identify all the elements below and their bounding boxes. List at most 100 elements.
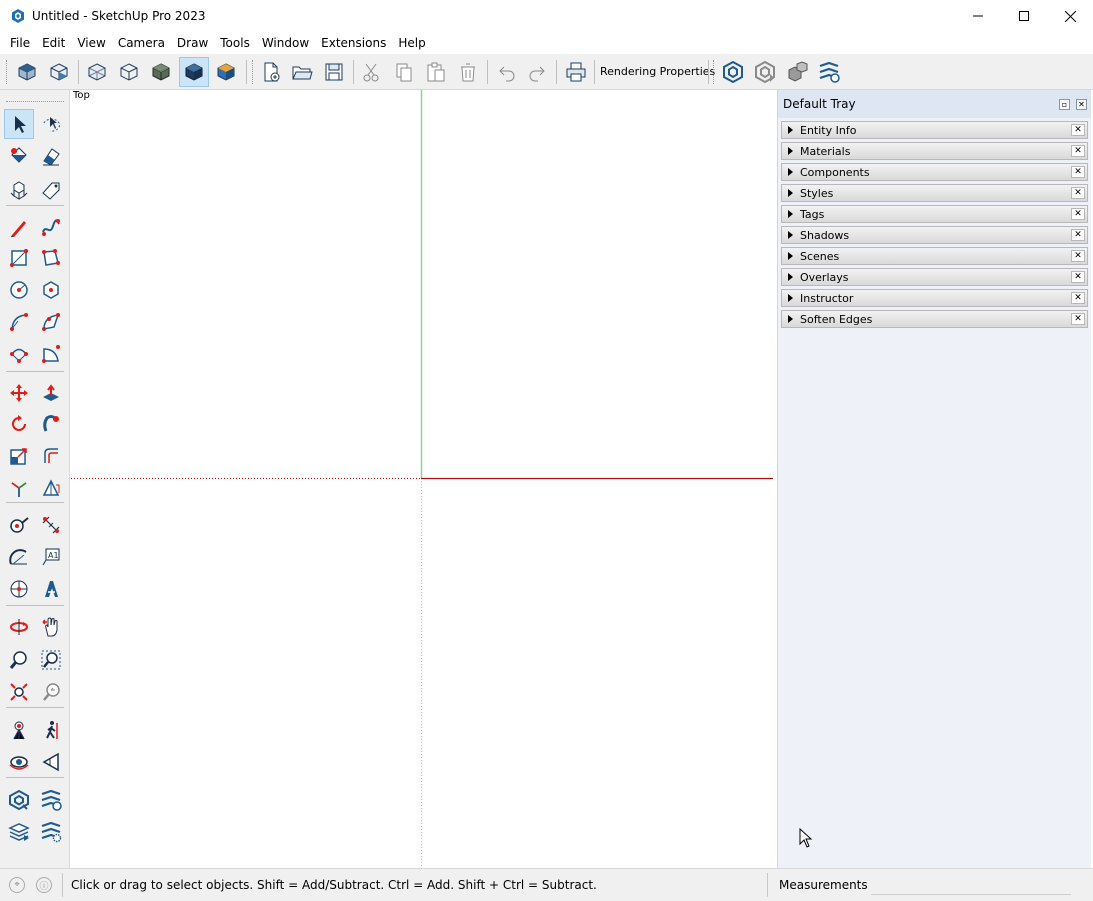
menu-file[interactable]: File xyxy=(4,32,36,54)
open-file-button[interactable] xyxy=(287,57,317,87)
wireframe-style-button[interactable] xyxy=(114,57,144,87)
lasso-select-tool-button[interactable] xyxy=(36,109,66,139)
expand-arrow-icon[interactable] xyxy=(788,252,793,260)
two-point-arc-tool-button[interactable] xyxy=(36,307,66,337)
arc-tool-button[interactable] xyxy=(4,307,34,337)
paste-button[interactable] xyxy=(421,57,451,87)
minimize-button[interactable] xyxy=(955,0,1001,32)
hidden-line-style-button[interactable] xyxy=(146,57,176,87)
pie-tool-button[interactable] xyxy=(36,339,66,369)
print-button[interactable] xyxy=(561,57,591,87)
erase-button[interactable] xyxy=(453,57,483,87)
dimension-tool-button[interactable] xyxy=(36,510,66,540)
expand-arrow-icon[interactable] xyxy=(788,210,793,218)
text-label-tool-button[interactable]: A1 xyxy=(36,542,66,572)
panel-close-icon[interactable]: ✕ xyxy=(1071,145,1085,157)
eraser-tool-button[interactable] xyxy=(36,141,66,171)
menu-extensions[interactable]: Extensions xyxy=(315,32,392,54)
3d-view-button[interactable] xyxy=(44,57,74,87)
extension-manager-button[interactable] xyxy=(814,57,844,87)
3d-text-tool-button[interactable] xyxy=(36,574,66,604)
rectangle-tool-button[interactable] xyxy=(4,243,34,273)
panel-close-icon[interactable]: ✕ xyxy=(1071,229,1085,241)
tray-panel-components[interactable]: Components ✕ xyxy=(781,163,1088,181)
cut-button[interactable] xyxy=(356,57,386,87)
pan-tool-button[interactable] xyxy=(36,612,66,642)
panel-close-icon[interactable]: ✕ xyxy=(1071,292,1085,304)
tape-measure-tool-button[interactable] xyxy=(4,510,34,540)
orbit-tool-button[interactable] xyxy=(4,612,34,642)
select-tool-button[interactable] xyxy=(4,109,34,139)
expand-arrow-icon[interactable] xyxy=(788,126,793,134)
rotate-tool-button[interactable] xyxy=(4,409,34,439)
walk-tool-button[interactable] xyxy=(36,715,66,745)
panel-close-icon[interactable]: ✕ xyxy=(1071,271,1085,283)
panel-close-icon[interactable]: ✕ xyxy=(1071,208,1085,220)
menu-edit[interactable]: Edit xyxy=(36,32,71,54)
undo-button[interactable] xyxy=(492,57,522,87)
menu-window[interactable]: Window xyxy=(256,32,315,54)
zoom-tool-button[interactable] xyxy=(4,645,34,675)
tray-panel-materials[interactable]: Materials ✕ xyxy=(781,142,1088,160)
maximize-button[interactable] xyxy=(1001,0,1047,32)
menu-camera[interactable]: Camera xyxy=(112,32,171,54)
push-pull-tool-button[interactable] xyxy=(36,378,66,408)
move-tool-button[interactable] xyxy=(4,378,34,408)
expand-arrow-icon[interactable] xyxy=(788,189,793,197)
tray-panel-styles[interactable]: Styles ✕ xyxy=(781,184,1088,202)
protractor-tool-button[interactable] xyxy=(4,542,34,572)
drawing-area[interactable]: Top xyxy=(71,90,773,868)
rendering-properties-button[interactable]: Rendering Properties xyxy=(596,57,719,87)
extension-warehouse-button[interactable] xyxy=(750,57,780,87)
toolbar-grip[interactable] xyxy=(252,60,254,84)
copy-button[interactable] xyxy=(389,57,419,87)
previous-view-tool-button[interactable] xyxy=(36,677,66,707)
tray-panel-scenes[interactable]: Scenes ✕ xyxy=(781,247,1088,265)
redo-button[interactable] xyxy=(522,57,552,87)
axes-tool-tool-button[interactable] xyxy=(4,574,34,604)
position-camera-tool-button[interactable] xyxy=(4,715,34,745)
tray-panel-overlays[interactable]: Overlays ✕ xyxy=(781,268,1088,286)
warehouse-side-tool-button[interactable] xyxy=(4,785,34,815)
rotated-rectangle-tool-button[interactable] xyxy=(36,243,66,273)
panel-close-icon[interactable]: ✕ xyxy=(1071,166,1085,178)
menu-draw[interactable]: Draw xyxy=(171,32,214,54)
credits-icon[interactable]: ⓘ xyxy=(36,877,52,893)
extension-settings-tool-button[interactable] xyxy=(36,817,66,847)
iso-view-button[interactable] xyxy=(12,57,42,87)
paint-bucket-tool-button[interactable] xyxy=(4,141,34,171)
textured-style-button[interactable] xyxy=(211,57,241,87)
xray-style-button[interactable] xyxy=(82,57,112,87)
panel-close-icon[interactable]: ✕ xyxy=(1071,124,1085,136)
pin-icon[interactable]: ▫ xyxy=(1059,99,1070,110)
toolbar-grip[interactable] xyxy=(6,60,8,84)
expand-arrow-icon[interactable] xyxy=(788,147,793,155)
palette-grip[interactable] xyxy=(6,101,64,103)
expand-arrow-icon[interactable] xyxy=(788,168,793,176)
geolocation-icon[interactable]: ⌖ xyxy=(9,877,25,893)
tray-panel-instructor[interactable]: Instructor ✕ xyxy=(781,289,1088,307)
expand-arrow-icon[interactable] xyxy=(788,315,793,323)
tray-panel-soften-edges[interactable]: Soften Edges ✕ xyxy=(781,310,1088,328)
measurements-input[interactable] xyxy=(871,875,1071,895)
panel-close-icon[interactable]: ✕ xyxy=(1071,250,1085,262)
expand-arrow-icon[interactable] xyxy=(788,231,793,239)
three-point-arc-tool-button[interactable] xyxy=(4,339,34,369)
circle-tool-button[interactable] xyxy=(4,275,34,305)
panel-close-icon[interactable]: ✕ xyxy=(1071,187,1085,199)
menu-help[interactable]: Help xyxy=(392,32,431,54)
close-window-button[interactable] xyxy=(1047,0,1093,32)
tag-tool-button[interactable] xyxy=(36,175,66,205)
menu-view[interactable]: View xyxy=(71,32,111,54)
toolbar-grip[interactable] xyxy=(713,60,715,84)
menu-tools[interactable]: Tools xyxy=(214,32,256,54)
follow-me-tool-button[interactable] xyxy=(36,409,66,439)
tray-panel-shadows[interactable]: Shadows ✕ xyxy=(781,226,1088,244)
tray-panel-entity-info[interactable]: Entity Info ✕ xyxy=(781,121,1088,139)
extension-side-tool-button[interactable] xyxy=(36,785,66,815)
tray-panel-tags[interactable]: Tags ✕ xyxy=(781,205,1088,223)
shaded-style-button[interactable] xyxy=(179,57,209,87)
zoom-extents-tool-button[interactable] xyxy=(4,677,34,707)
layers-share-tool-button[interactable] xyxy=(4,817,34,847)
warehouse-button[interactable] xyxy=(718,57,748,87)
